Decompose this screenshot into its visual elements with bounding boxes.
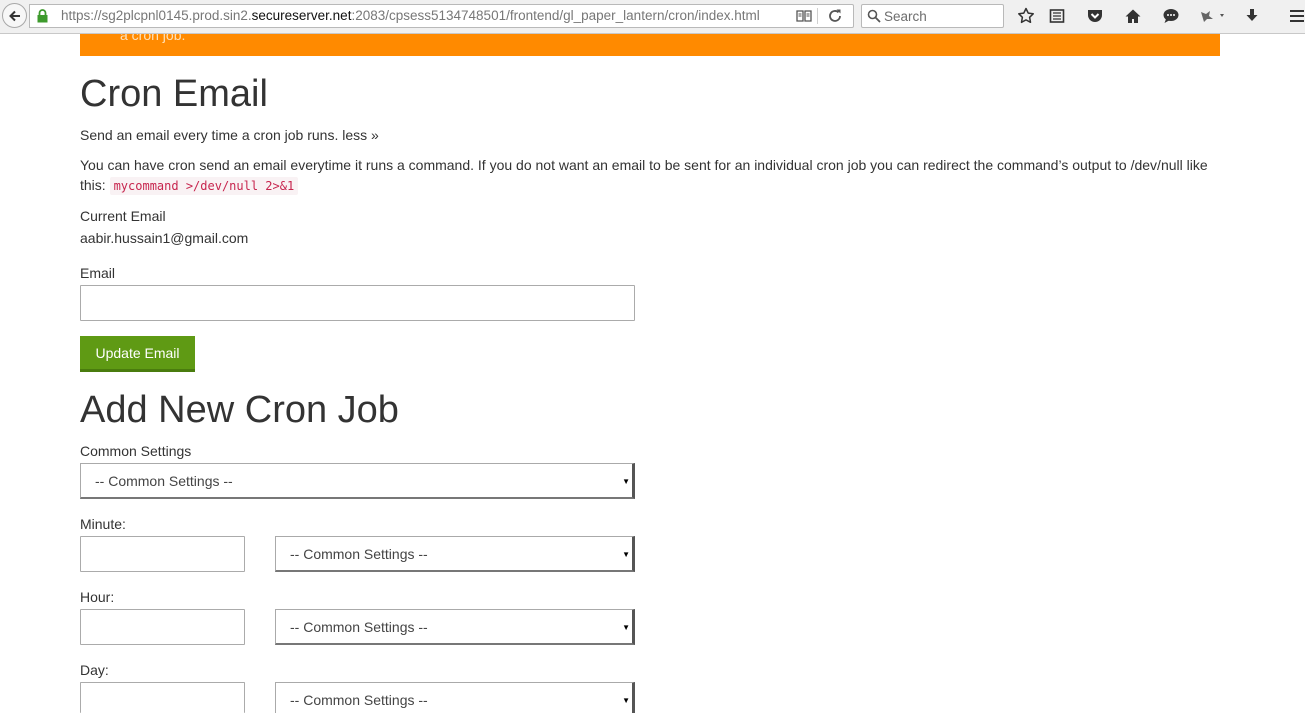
day-label: Day: [80, 662, 109, 678]
back-button[interactable] [2, 3, 27, 28]
extension-icon [1201, 11, 1224, 22]
update-email-button[interactable]: Update Email [80, 336, 195, 372]
common-settings-select[interactable]: -- Common Settings -- ▼ [80, 463, 635, 499]
bookmark-star-button[interactable] [1016, 6, 1036, 26]
back-icon [8, 10, 20, 21]
chevron-down-icon: ▼ [622, 623, 630, 632]
current-email-value: aabir.hussain1@gmail.com [80, 230, 249, 246]
hour-select-value: -- Common Settings -- [290, 619, 428, 635]
day-select[interactable]: -- Common Settings -- ▼ [275, 682, 635, 713]
current-email-label: Current Email [80, 208, 166, 224]
home-button[interactable] [1123, 6, 1143, 26]
common-settings-value: -- Common Settings -- [95, 473, 233, 489]
warning-banner: a cron job. [80, 34, 1220, 56]
extension-button[interactable] [1196, 6, 1230, 26]
reading-list-icon [1049, 9, 1065, 23]
email-input[interactable] [80, 285, 635, 321]
reload-icon[interactable] [827, 8, 843, 24]
chevron-down-icon: ▼ [622, 550, 630, 559]
search-bar[interactable] [861, 4, 1004, 28]
day-select-value: -- Common Settings -- [290, 692, 428, 708]
download-icon [1246, 9, 1258, 21]
home-icon [1125, 9, 1141, 23]
example-command-code: mycommand >/dev/null 2>&1 [109, 177, 299, 195]
menu-icon [1290, 10, 1304, 22]
minute-select-value: -- Common Settings -- [290, 546, 428, 562]
pocket-button[interactable] [1085, 6, 1105, 26]
download-button[interactable] [1242, 6, 1262, 26]
hour-label: Hour: [80, 589, 115, 605]
urlbar-separator [817, 8, 818, 24]
minute-label: Minute: [80, 516, 126, 532]
minute-select[interactable]: -- Common Settings -- ▼ [275, 536, 635, 572]
hour-select[interactable]: -- Common Settings -- ▼ [275, 609, 635, 645]
lock-icon [37, 9, 48, 23]
chevron-down-icon: ▼ [622, 696, 630, 705]
browser-toolbar: https://sg2plcpnl0145.prod.sin2.securese… [0, 0, 1305, 34]
hour-input[interactable] [80, 609, 245, 645]
common-settings-label: Common Settings [80, 443, 192, 459]
chevron-down-icon: ▼ [622, 477, 630, 486]
intro-text: Send an email every time a cron job runs… [80, 127, 339, 143]
pocket-icon [1088, 10, 1102, 22]
chat-icon [1163, 9, 1179, 23]
day-input[interactable] [80, 682, 245, 713]
bookmark-star-icon [1018, 7, 1034, 24]
reading-list-button[interactable] [1047, 6, 1067, 26]
reader-view-icon[interactable] [796, 9, 812, 23]
email-label: Email [80, 265, 116, 281]
search-icon [867, 9, 881, 23]
banner-text: a cron job. [120, 34, 186, 43]
search-input[interactable] [884, 6, 999, 26]
menu-button[interactable] [1287, 6, 1305, 26]
cron-email-heading: Cron Email [80, 73, 268, 115]
url-text: https://sg2plcpnl0145.prod.sin2.securese… [61, 8, 760, 23]
chat-button[interactable] [1161, 6, 1181, 26]
add-cron-job-heading: Add New Cron Job [80, 389, 399, 431]
cron-email-intro: Send an email every time a cron job runs… [80, 127, 379, 143]
less-toggle-link[interactable]: less » [342, 127, 379, 143]
cron-email-description: You can have cron send an email everytim… [80, 155, 1220, 196]
url-bar[interactable]: https://sg2plcpnl0145.prod.sin2.securese… [29, 4, 854, 28]
minute-input[interactable] [80, 536, 245, 572]
